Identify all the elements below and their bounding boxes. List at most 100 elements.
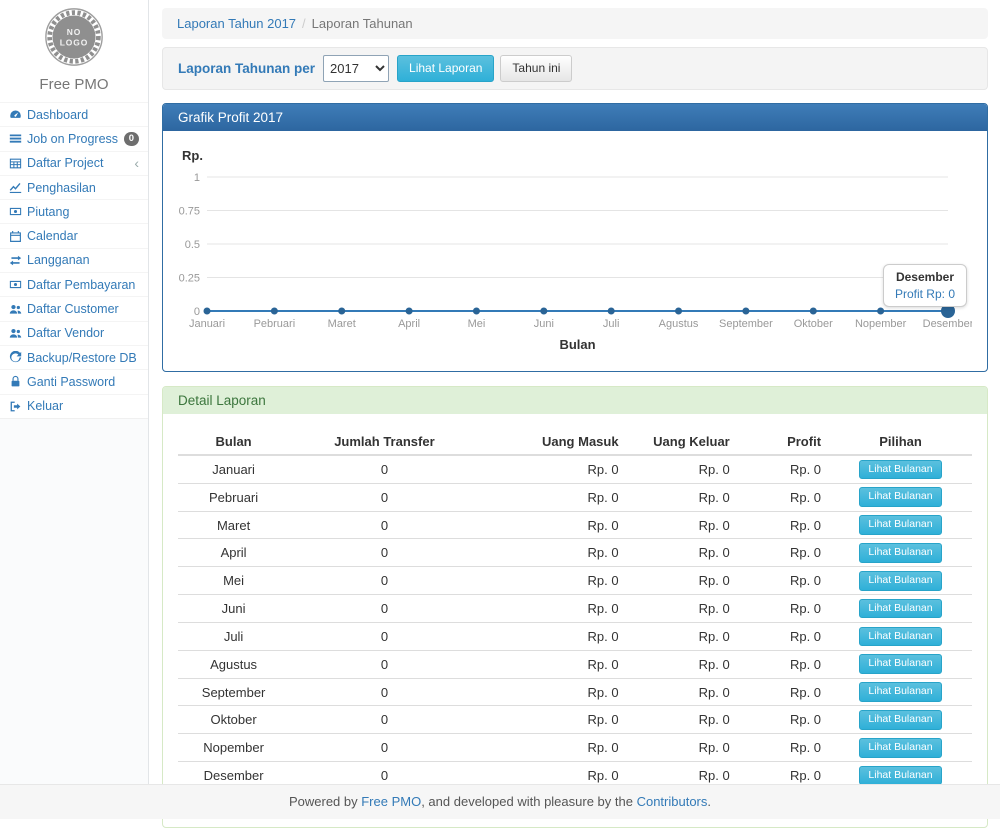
lihat-bulanan-button[interactable]: Lihat Bulanan	[859, 571, 941, 591]
sidebar-item-backup-restore-db[interactable]: Backup/Restore DB	[0, 345, 148, 369]
cell-uang-keluar: Rp. 0	[627, 567, 738, 595]
refresh-icon	[9, 351, 22, 364]
chart-panel-title: Grafik Profit 2017	[163, 104, 987, 131]
money-icon	[9, 278, 22, 291]
column-header-bulan: Bulan	[178, 429, 289, 455]
table-row-agustus: Agustus0Rp. 0Rp. 0Rp. 0Lihat Bulanan	[178, 650, 972, 678]
data-point-september[interactable]	[742, 308, 749, 315]
cell-profit: Rp. 0	[738, 595, 829, 623]
breadcrumb-link-year-report[interactable]: Laporan Tahun 2017	[177, 16, 296, 31]
cell-uang-masuk: Rp. 0	[480, 678, 627, 706]
year-select[interactable]: 2017	[323, 55, 389, 82]
column-header-jumlah-transfer: Jumlah Transfer	[289, 429, 480, 455]
cell-pilihan: Lihat Bulanan	[829, 622, 972, 650]
cell-uang-keluar: Rp. 0	[627, 650, 738, 678]
data-point-juli[interactable]	[608, 308, 615, 315]
sidebar-item-daftar-pembayaran[interactable]: Daftar Pembayaran	[0, 272, 148, 296]
cell-jumlah-transfer: 0	[289, 595, 480, 623]
table-row-juni: Juni0Rp. 0Rp. 0Rp. 0Lihat Bulanan	[178, 595, 972, 623]
table-row-september: September0Rp. 0Rp. 0Rp. 0Lihat Bulanan	[178, 678, 972, 706]
sidebar-item-label: Calendar	[27, 229, 78, 243]
data-point-maret[interactable]	[338, 308, 345, 315]
sidebar-item-label: Langganan	[27, 253, 90, 267]
lihat-bulanan-button[interactable]: Lihat Bulanan	[859, 460, 941, 480]
data-point-april[interactable]	[406, 308, 413, 315]
data-point-juni[interactable]	[540, 308, 547, 315]
cell-pilihan: Lihat Bulanan	[829, 483, 972, 511]
sidebar-item-langganan[interactable]: Langganan	[0, 248, 148, 272]
sidebar-item-ganti-password[interactable]: Ganti Password	[0, 369, 148, 393]
table-header-row: BulanJumlah TransferUang MasukUang Kelua…	[178, 429, 972, 455]
data-point-mei[interactable]	[473, 308, 480, 315]
cell-pilihan: Lihat Bulanan	[829, 734, 972, 762]
breadcrumb-current: Laporan Tahunan	[312, 16, 413, 31]
cell-uang-masuk: Rp. 0	[480, 483, 627, 511]
lihat-bulanan-button[interactable]: Lihat Bulanan	[859, 738, 941, 758]
table-row-pebruari: Pebruari0Rp. 0Rp. 0Rp. 0Lihat Bulanan	[178, 483, 972, 511]
sidebar-item-dashboard[interactable]: Dashboard	[0, 102, 148, 126]
cell-uang-masuk: Rp. 0	[480, 567, 627, 595]
cell-bulan: September	[178, 678, 289, 706]
lihat-bulanan-button[interactable]: Lihat Bulanan	[859, 710, 941, 730]
lihat-bulanan-button[interactable]: Lihat Bulanan	[859, 654, 941, 674]
data-point-pebruari[interactable]	[271, 308, 278, 315]
lihat-bulanan-button[interactable]: Lihat Bulanan	[859, 766, 941, 786]
cell-jumlah-transfer: 0	[289, 455, 480, 483]
footer-link-contributors[interactable]: Contributors	[637, 794, 708, 809]
sidebar-item-label: Job on Progress	[27, 132, 118, 146]
sidebar-item-daftar-vendor[interactable]: Daftar Vendor	[0, 321, 148, 345]
tasks-icon	[9, 132, 22, 145]
sidebar-item-label: Keluar	[27, 399, 63, 413]
column-header-profit: Profit	[738, 429, 829, 455]
sidebar-item-penghasilan[interactable]: Penghasilan	[0, 175, 148, 199]
lihat-bulanan-button[interactable]: Lihat Bulanan	[859, 515, 941, 535]
sidebar-item-calendar[interactable]: Calendar	[0, 223, 148, 247]
lock-icon	[9, 375, 22, 388]
data-point-oktober[interactable]	[810, 308, 817, 315]
sidebar-item-daftar-project[interactable]: Daftar Project‹	[0, 151, 148, 175]
cell-uang-masuk: Rp. 0	[480, 511, 627, 539]
footer-link-free-pmo[interactable]: Free PMO	[361, 794, 421, 809]
data-point-januari[interactable]	[204, 308, 211, 315]
svg-text:NO: NO	[67, 27, 82, 37]
svg-text:LOGO: LOGO	[60, 37, 89, 47]
cell-profit: Rp. 0	[738, 678, 829, 706]
profit-line-chart: Rp.00.250.50.751JanuariPebruariMaretApri…	[178, 146, 972, 356]
sidebar-item-label: Piutang	[27, 205, 69, 219]
cell-bulan: Oktober	[178, 706, 289, 734]
table-icon	[9, 157, 22, 170]
chart-y-tick: 0	[194, 306, 200, 318]
no-logo-icon: NO LOGO	[44, 7, 104, 67]
cell-jumlah-transfer: 0	[289, 567, 480, 595]
sidebar-item-piutang[interactable]: Piutang	[0, 199, 148, 223]
lihat-bulanan-button[interactable]: Lihat Bulanan	[859, 627, 941, 647]
cell-uang-masuk: Rp. 0	[480, 455, 627, 483]
table-row-nopember: Nopember0Rp. 0Rp. 0Rp. 0Lihat Bulanan	[178, 734, 972, 762]
breadcrumb-separator: /	[302, 16, 306, 31]
lihat-bulanan-button[interactable]: Lihat Bulanan	[859, 599, 941, 619]
tahun-ini-button[interactable]: Tahun ini	[500, 55, 572, 83]
sidebar-item-job-on-progress[interactable]: Job on Progress0	[0, 126, 148, 150]
lihat-bulanan-button[interactable]: Lihat Bulanan	[859, 543, 941, 563]
lihat-laporan-button[interactable]: Lihat Laporan	[397, 55, 494, 83]
cell-pilihan: Lihat Bulanan	[829, 539, 972, 567]
lihat-bulanan-button[interactable]: Lihat Bulanan	[859, 487, 941, 507]
cell-uang-keluar: Rp. 0	[627, 734, 738, 762]
sidebar-item-label: Daftar Project	[27, 156, 103, 170]
chart-x-tick: Mei	[468, 318, 486, 330]
cell-pilihan: Lihat Bulanan	[829, 706, 972, 734]
sidebar-item-daftar-customer[interactable]: Daftar Customer	[0, 296, 148, 320]
detail-report-panel: Detail Laporan BulanJumlah TransferUang …	[162, 386, 988, 828]
sidebar-item-label: Daftar Vendor	[27, 326, 104, 340]
cell-profit: Rp. 0	[738, 650, 829, 678]
data-point-agustus[interactable]	[675, 308, 682, 315]
profit-chart-panel: Grafik Profit 2017 Rp.00.250.50.751Janua…	[162, 103, 988, 372]
lihat-bulanan-button[interactable]: Lihat Bulanan	[859, 682, 941, 702]
data-point-nopember[interactable]	[877, 308, 884, 315]
sidebar-item-keluar[interactable]: Keluar	[0, 394, 148, 418]
cell-pilihan: Lihat Bulanan	[829, 595, 972, 623]
sidebar: NO LOGO Free PMO DashboardJob on Progres…	[0, 0, 149, 784]
footer-text-prefix: Powered by	[289, 794, 361, 809]
cell-jumlah-transfer: 0	[289, 511, 480, 539]
breadcrumb: Laporan Tahun 2017 / Laporan Tahunan	[162, 8, 988, 39]
